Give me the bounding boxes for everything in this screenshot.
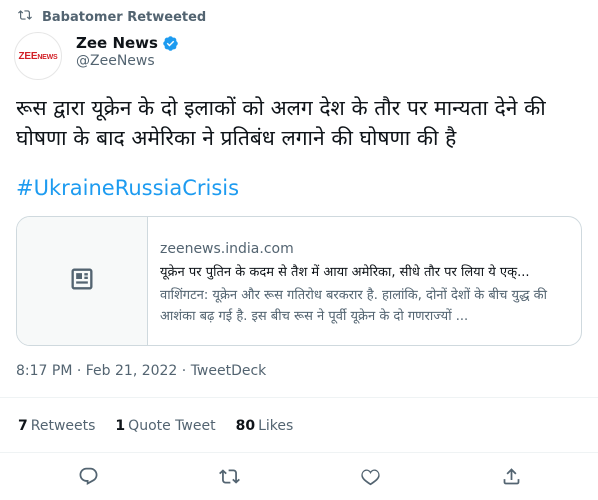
author-name[interactable]: Zee News <box>76 34 158 52</box>
likes-stat[interactable]: 80 Likes <box>236 418 294 434</box>
link-card-title: यूक्रेन पर पुतिन के कदम से तैश में आया अ… <box>160 265 530 280</box>
heart-icon[interactable] <box>358 464 382 488</box>
link-card[interactable]: zeenews.india.com यूक्रेन पर पुतिन के कद… <box>16 216 582 346</box>
quote-tweets-stat[interactable]: 1 Quote Tweet <box>115 418 215 434</box>
divider <box>0 397 598 398</box>
retweet-icon[interactable] <box>217 464 241 488</box>
retweet-icon <box>18 8 32 26</box>
verified-badge-icon <box>162 35 179 52</box>
article-icon <box>68 265 96 297</box>
link-card-domain: zeenews.india.com <box>160 241 294 257</box>
divider <box>0 452 598 453</box>
tweet-text: रूस द्वारा यूक्रेन के दो इलाकों को अलग द… <box>16 96 546 150</box>
share-icon[interactable] <box>499 464 523 488</box>
link-card-thumbnail <box>17 217 148 345</box>
retweeted-by-bar: Babatomer Retweeted <box>18 8 206 26</box>
hashtag-link[interactable]: #UkraineRussiaCrisis <box>16 176 239 200</box>
author-handle[interactable]: @ZeeNews <box>76 53 155 69</box>
avatar[interactable]: ZEENEWS <box>14 32 62 80</box>
retweets-stat[interactable]: 7 Retweets <box>18 418 95 434</box>
avatar-logo: ZEENEWS <box>18 50 58 62</box>
engagement-stats: 7 Retweets 1 Quote Tweet 80 Likes <box>18 418 293 434</box>
author-name-row[interactable]: Zee News <box>76 34 179 52</box>
tweet-timestamp[interactable]: 8:17 PM · Feb 21, 2022 · TweetDeck <box>16 363 266 379</box>
retweeted-by-label[interactable]: Babatomer Retweeted <box>42 10 206 25</box>
link-card-description: वाशिंगटन: यूक्रेन और रूस गतिरोध बरकरार ह… <box>160 288 547 324</box>
action-bar <box>0 460 598 492</box>
reply-icon[interactable] <box>76 464 100 488</box>
